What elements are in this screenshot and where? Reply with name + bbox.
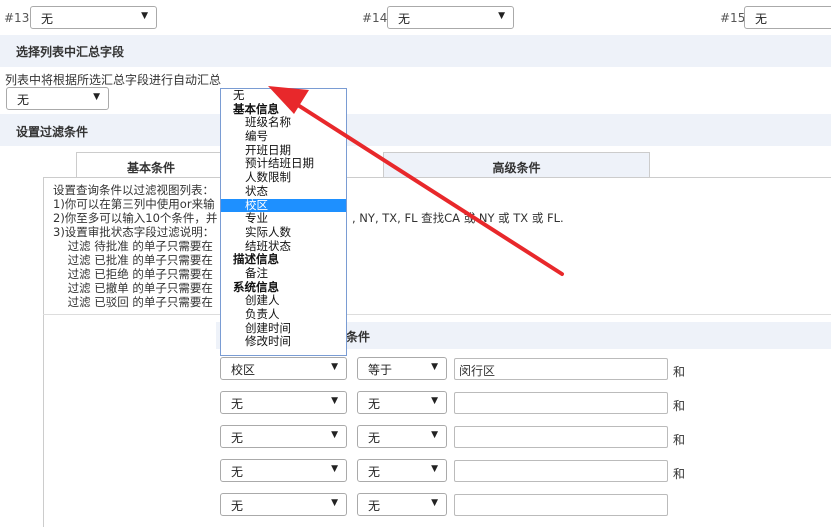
arrow-shaft	[288, 98, 564, 276]
annotation-arrow	[268, 86, 564, 276]
